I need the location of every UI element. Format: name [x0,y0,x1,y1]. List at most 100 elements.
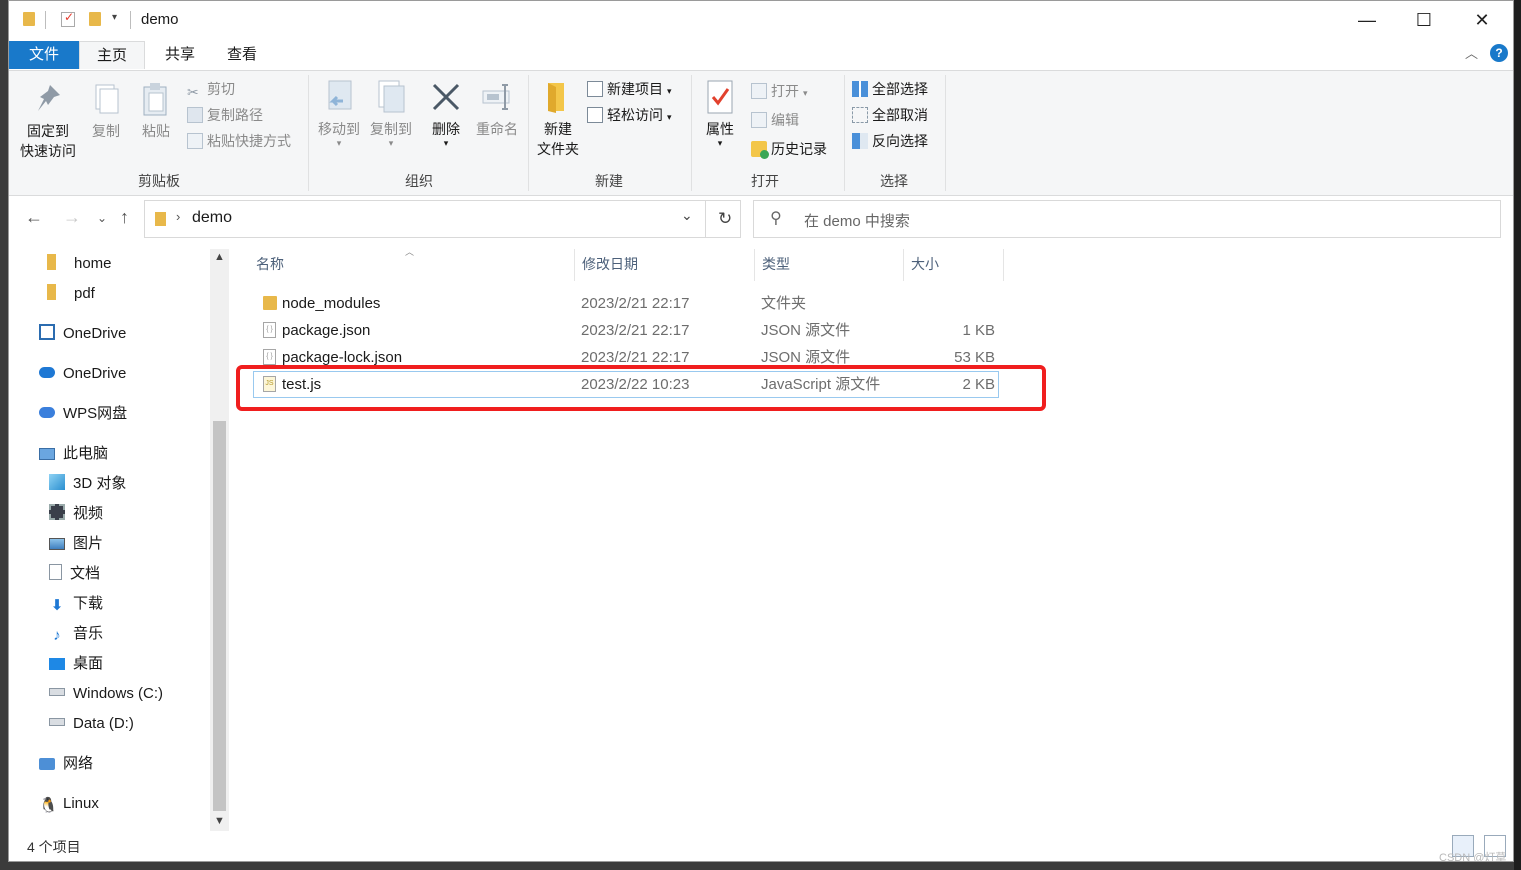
collapse-ribbon-icon[interactable]: ︿ [1465,43,1478,62]
new-folder-button[interactable]: 新建 文件夹 [532,79,584,159]
recent-locations-chevron-icon[interactable]: ⌄ [97,211,107,225]
invert-selection-button[interactable]: 反向选择 [852,130,928,152]
nav-item-linux[interactable]: 🐧 Linux [39,793,99,815]
paste-shortcut-button[interactable]: 粘贴快捷方式 [187,130,291,152]
open-icon [751,83,767,99]
open-button[interactable]: 打开 ▾ [751,80,808,102]
help-icon[interactable]: ? [1490,44,1508,62]
nav-item-music[interactable]: ♪ 音乐 [49,623,103,645]
file-modified: 2023/2/21 22:17 [581,322,690,339]
nav-item-pictures[interactable]: 图片 [49,533,103,555]
tab-file[interactable]: 文件 [9,41,79,69]
sort-indicator-icon: ︿ [405,247,415,257]
tab-view[interactable]: 查看 [217,41,267,69]
address-bar[interactable]: › demo ⌄ ↻ [144,200,741,238]
nav-item-drive-c[interactable]: Windows (C:) [49,683,163,705]
nav-item-label: 视频 [73,505,104,522]
nav-item-desktop[interactable]: 桌面 [49,653,103,675]
copy-path-button[interactable]: 复制路径 [187,104,263,126]
chevron-down-icon: ▾ [388,138,394,148]
nav-item-label: 图片 [73,535,104,552]
select-none-button[interactable]: 全部取消 [852,104,928,126]
nav-item-label: 网络 [63,755,94,772]
customize-quick-access-icon[interactable]: ▾ [112,12,117,23]
new-item-button[interactable]: 新建项目 ▾ [587,78,672,100]
minimize-button[interactable]: — [1344,5,1390,35]
properties-icon [704,79,736,115]
close-button[interactable]: ✕ [1459,5,1505,35]
move-to-button[interactable]: 移动到 ▾ [313,79,365,148]
nav-item-documents[interactable]: 文档 [49,563,100,585]
file-row[interactable]: { } package.json 2023/2/21 22:17 JSON 源文… [253,317,999,344]
nav-item-network[interactable]: 网络 [39,753,93,775]
search-placeholder: 在 demo 中搜索 [804,213,910,230]
edit-button[interactable]: 编辑 [751,109,799,131]
maximize-button[interactable]: ☐ [1401,5,1447,35]
scroll-up-icon[interactable]: ▲ [214,251,225,263]
nav-item-this-pc[interactable]: 此电脑 [39,443,108,465]
group-label-select: 选择 [880,173,908,189]
nav-item-downloads[interactable]: ⬇ 下载 [49,593,103,615]
computer-icon [39,448,55,460]
scroll-down-icon[interactable]: ▼ [214,815,225,827]
back-arrow-icon[interactable]: ← [25,207,43,228]
onedrive-box-icon [39,324,55,340]
navigation-pane: home pdf OneDrive OneDrive WPS网盘 此电脑 3D … [9,249,229,831]
tab-share[interactable]: 共享 [155,41,205,69]
nav-item-label: home [74,255,112,272]
linux-icon: 🐧 [39,797,58,814]
properties-quick-icon[interactable]: ✓ [61,10,75,27]
copy-button[interactable]: 复制 [83,81,129,141]
pin-icon [32,81,64,117]
file-row[interactable]: node_modules 2023/2/21 22:17 文件夹 [253,290,999,317]
breadcrumb-chevron-icon[interactable]: › [176,209,180,224]
history-button[interactable]: 历史记录 [751,138,827,160]
refresh-icon[interactable]: ↻ [718,209,732,229]
cut-button[interactable]: ✂ 剪切 [187,78,235,100]
new-folder-quick-icon[interactable] [89,12,101,26]
easy-access-button[interactable]: 轻松访问 ▾ [587,104,672,126]
pin-quick-access-button[interactable]: 固定到 快速访问 [17,81,79,161]
column-header-modified[interactable]: 修改日期 [582,249,638,279]
divider [903,249,904,281]
pin-label-line1: 固定到 [27,123,69,139]
tab-home[interactable]: 主页 [79,41,145,69]
rename-icon [481,79,513,115]
address-dropdown-chevron-icon[interactable]: ⌄ [681,207,693,224]
search-input[interactable]: ⚲ 在 demo 中搜索 [753,200,1501,238]
select-all-label: 全部选择 [872,81,928,97]
nav-item-drive-d[interactable]: Data (D:) [49,713,134,735]
delete-button[interactable]: 删除 ▾ [423,79,469,148]
paste-button[interactable]: 粘贴 [133,81,179,141]
nav-item-onedrive-2[interactable]: OneDrive [39,363,126,385]
nav-item-label: pdf [74,285,95,302]
breadcrumb-demo[interactable]: demo [192,209,232,227]
chevron-down-icon: ▾ [717,138,723,148]
copy-to-button[interactable]: 复制到 ▾ [365,79,417,148]
copy-to-label: 复制到 [370,121,412,137]
properties-button[interactable]: 属性 ▾ [699,79,741,148]
column-header-type[interactable]: 类型 [762,249,790,279]
chevron-down-icon: ▾ [667,86,672,96]
column-header-name[interactable]: 名称 [256,249,284,279]
copy-to-icon [375,79,407,115]
folder-icon [155,212,166,226]
up-arrow-icon[interactable]: ↑ [120,207,129,228]
nav-item-home[interactable]: home [47,253,112,275]
nav-item-wps[interactable]: WPS网盘 [39,403,127,425]
rename-button[interactable]: 重命名 [471,79,523,139]
background-window-strip [1514,0,1521,870]
column-header-size[interactable]: 大小 [911,249,939,279]
nav-scrollbar[interactable]: ▲ ▼ [210,249,229,831]
nav-item-onedrive-1[interactable]: OneDrive [39,323,126,345]
paste-icon [140,81,172,117]
nav-item-pdf[interactable]: pdf [47,283,95,305]
desktop-icon [49,658,65,670]
scroll-thumb[interactable] [213,421,226,811]
nav-item-label: 音乐 [73,625,104,642]
nav-item-label: 桌面 [73,655,104,672]
nav-item-videos[interactable]: 视频 [49,503,103,525]
forward-arrow-icon[interactable]: → [63,207,81,228]
nav-item-3d-objects[interactable]: 3D 对象 [49,473,126,495]
select-all-button[interactable]: 全部选择 [852,78,928,100]
